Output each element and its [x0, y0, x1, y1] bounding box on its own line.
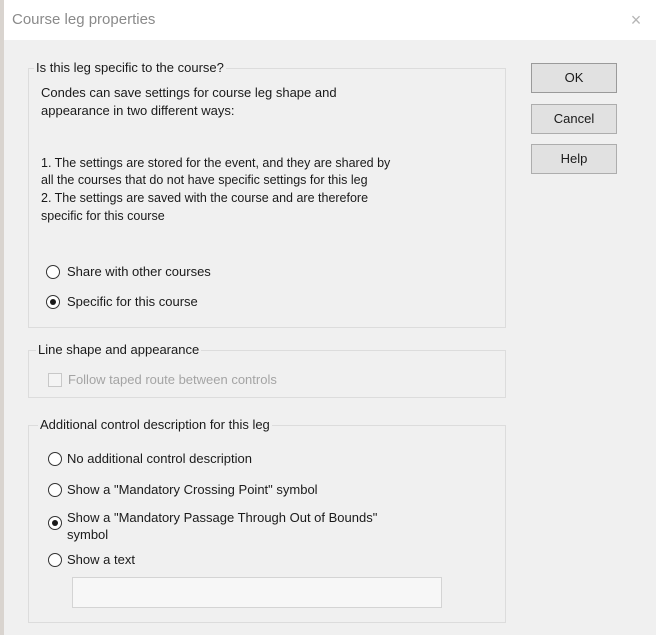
- mandatory-crossing-point-label[interactable]: Show a "Mandatory Crossing Point" symbol: [67, 481, 318, 498]
- specific-for-this-course-label[interactable]: Specific for this course: [67, 293, 198, 310]
- item2-text-line2: specific for this course: [41, 209, 165, 223]
- mandatory-passage-label-line2[interactable]: symbol: [67, 526, 108, 543]
- leg-specific-heading: Is this leg specific to the course?: [34, 60, 226, 75]
- additional-description-heading: Additional control description for this …: [38, 417, 272, 432]
- item1-text-line1: 1. The settings are stored for the event…: [41, 156, 391, 170]
- specific-for-this-course-radio[interactable]: [46, 295, 60, 309]
- item1-text-line2: all the courses that do not have specifi…: [41, 173, 368, 187]
- line-shape-heading: Line shape and appearance: [36, 342, 202, 357]
- mandatory-crossing-point-radio[interactable]: [48, 483, 62, 497]
- show-a-text-label[interactable]: Show a text: [67, 551, 135, 568]
- mandatory-passage-radio[interactable]: [48, 516, 62, 530]
- help-button[interactable]: Help: [531, 144, 617, 174]
- no-additional-description-radio[interactable]: [48, 452, 62, 466]
- show-a-text-radio[interactable]: [48, 553, 62, 567]
- share-with-other-courses-radio[interactable]: [46, 265, 60, 279]
- close-icon[interactable]: ×: [624, 10, 648, 30]
- item2-text-line1: 2. The settings are saved with the cours…: [41, 191, 369, 205]
- no-additional-description-label[interactable]: No additional control description: [67, 450, 252, 467]
- mandatory-passage-label-line1[interactable]: Show a "Mandatory Passage Through Out of…: [67, 509, 377, 526]
- share-with-other-courses-label[interactable]: Share with other courses: [67, 263, 211, 280]
- follow-taped-route-checkbox[interactable]: [48, 373, 62, 387]
- title-bar: Course leg properties ×: [4, 0, 656, 40]
- dialog-title: Course leg properties: [12, 11, 156, 28]
- follow-taped-route-label[interactable]: Follow taped route between controls: [68, 371, 277, 388]
- cancel-button[interactable]: Cancel: [531, 104, 617, 134]
- ok-button[interactable]: OK: [531, 63, 617, 93]
- dialog-window: Course leg properties × Is this leg spec…: [0, 0, 656, 635]
- additional-text-input[interactable]: [72, 577, 442, 608]
- intro-text-line2: appearance in two different ways:: [41, 103, 235, 118]
- intro-text-line1: Condes can save settings for course leg …: [41, 85, 337, 100]
